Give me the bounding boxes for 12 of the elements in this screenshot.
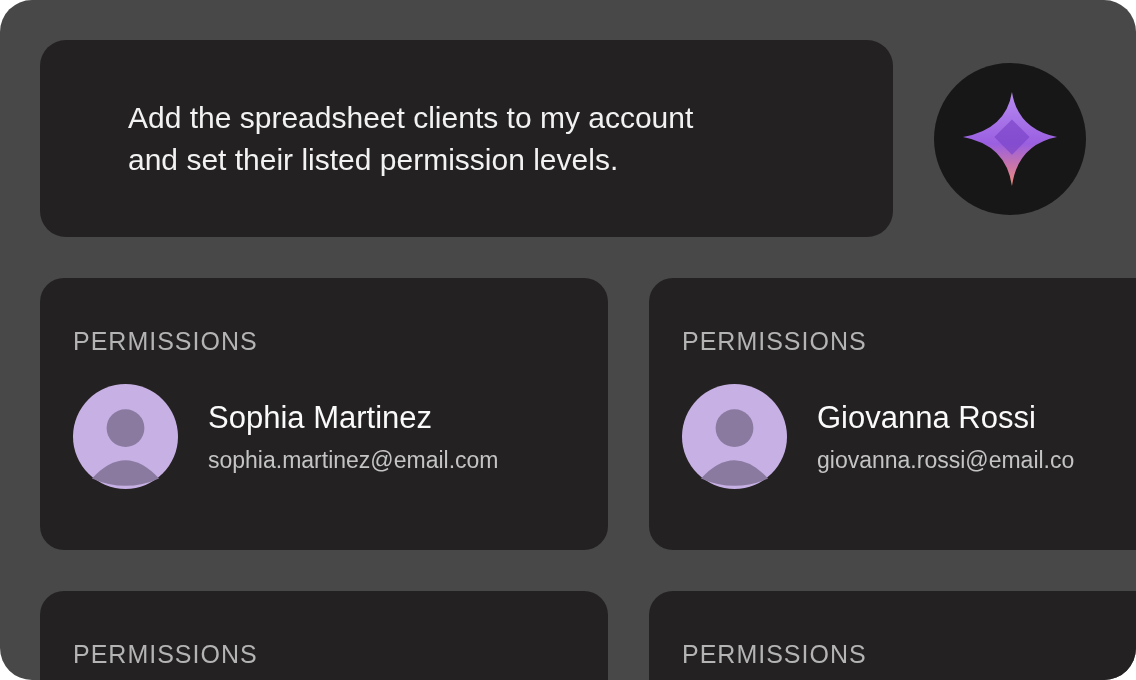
card-label: PERMISSIONS: [73, 326, 258, 356]
person-name: Giovanna Rossi: [817, 398, 1037, 437]
card-label: PERMISSIONS: [682, 639, 867, 669]
avatar-icon: [73, 384, 178, 489]
person-email: sophia.martinez@email.com: [208, 445, 499, 475]
person-name: Sophia Martinez: [208, 398, 433, 437]
prompt-text: and set their listed permission levels.: [128, 141, 620, 178]
prompt-text: Add the spreadsheet clients to my account: [128, 99, 694, 136]
avatar-icon: [682, 384, 787, 489]
card-label: PERMISSIONS: [682, 326, 867, 356]
person-email: giovanna.rossi@email.co: [817, 445, 1075, 475]
card-label: PERMISSIONS: [73, 639, 258, 669]
